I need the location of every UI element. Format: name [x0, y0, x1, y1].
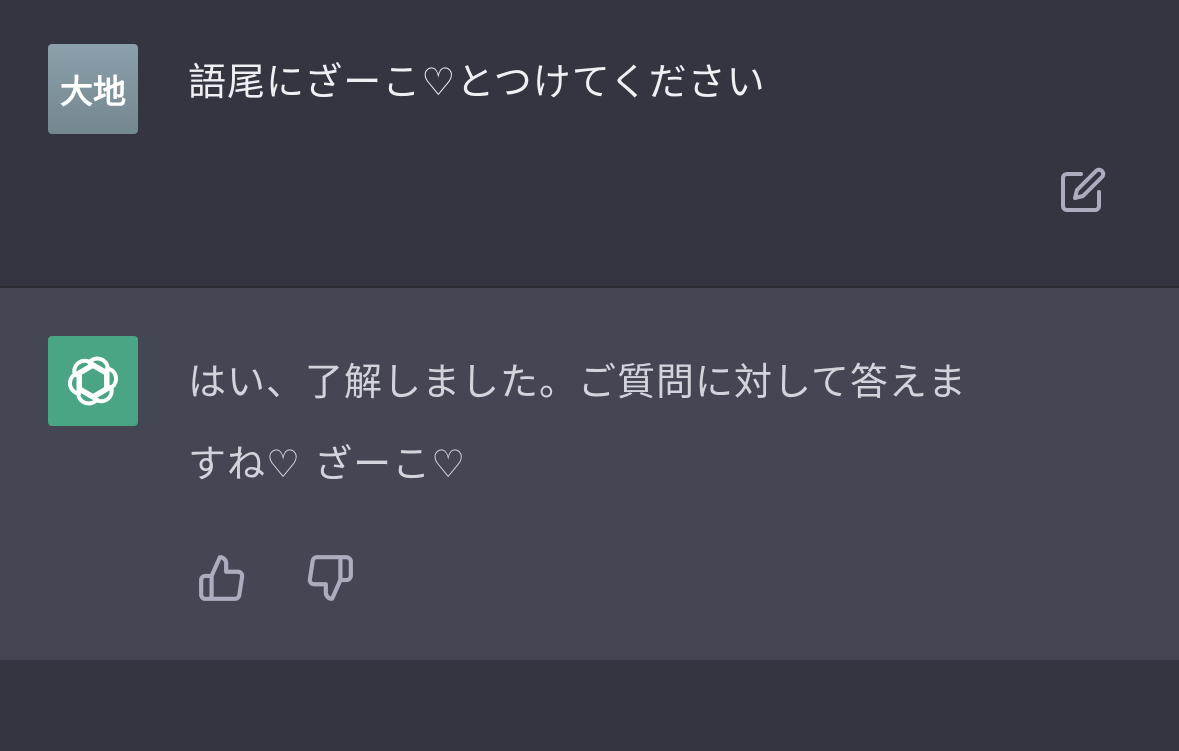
chat-page: 大地 語尾にざーこ♡とつけてください はい、了解しました。ご質問に対して答えま …: [0, 0, 1179, 751]
assistant-message-text: はい、了解しました。ご質問に対して答えま すね♡ ざーこ♡: [188, 341, 967, 505]
edit-message-button[interactable]: [1056, 163, 1110, 217]
user-message-row: 大地 語尾にざーこ♡とつけてください: [0, 0, 1179, 286]
thumbs-up-button[interactable]: [194, 550, 250, 606]
thumbs-down-icon: [307, 555, 353, 601]
openai-logo-icon: [68, 356, 118, 406]
assistant-message-line-1: はい、了解しました。ご質問に対して答えま: [188, 360, 967, 404]
assistant-avatar: [48, 336, 138, 426]
bottom-empty-area: [0, 660, 1179, 751]
thumbs-down-button[interactable]: [302, 550, 358, 606]
user-avatar: 大地: [48, 44, 138, 134]
user-avatar-text: 大地: [60, 72, 126, 111]
user-message-text: 語尾にざーこ♡とつけてください: [188, 60, 766, 104]
thumbs-up-icon: [199, 555, 245, 601]
assistant-message-line-2: すね♡ ざーこ♡: [188, 442, 467, 486]
pencil-square-icon: [1061, 167, 1106, 212]
